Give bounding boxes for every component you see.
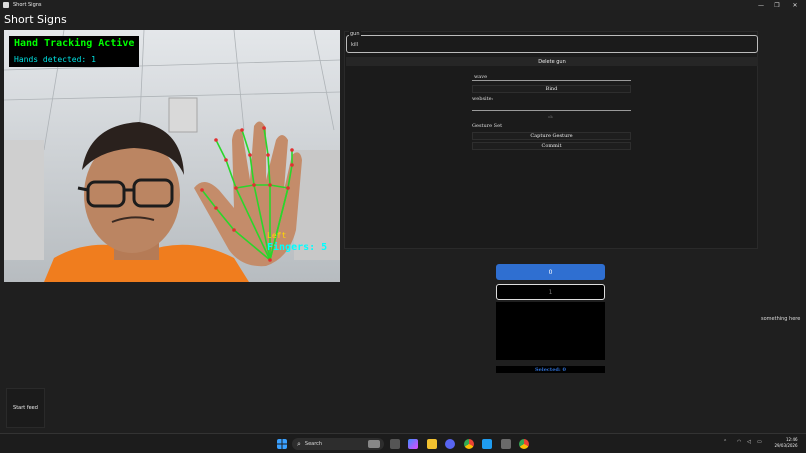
gesture-mapping-legend: gun xyxy=(349,31,361,37)
handedness-label: Left xyxy=(267,231,287,240)
tracking-status-text: Hand Tracking Active xyxy=(14,38,135,49)
option-0-button[interactable]: 0 xyxy=(496,264,605,280)
gesture-set-label: Gesture Set xyxy=(472,123,503,129)
gesture-mapping-value: kill xyxy=(351,42,359,48)
file-explorer-icon[interactable] xyxy=(427,439,437,449)
python-app-icon[interactable] xyxy=(501,439,511,449)
copilot-icon[interactable] xyxy=(408,439,418,449)
chrome-icon[interactable] xyxy=(464,439,474,449)
title-bar: Short Signs xyxy=(0,0,806,10)
chrome-profile-icon[interactable] xyxy=(519,439,529,449)
page-title: Short Signs xyxy=(4,13,67,26)
status-text: ok xyxy=(548,114,553,119)
system-clock[interactable]: 12:46 29/03/2026 xyxy=(774,437,797,449)
app-icon xyxy=(3,2,9,8)
maximize-button[interactable]: ❐ xyxy=(768,0,786,10)
windows-start-icon[interactable] xyxy=(277,439,287,449)
delete-gesture-button[interactable]: Delete gun xyxy=(346,57,758,66)
website-label: website: xyxy=(472,96,494,102)
side-note-text: something here xyxy=(761,316,801,322)
finger-count-label: Fingers: 5 xyxy=(267,242,328,253)
discord-icon[interactable] xyxy=(445,439,455,449)
taskbar-search[interactable]: ⌕ Search xyxy=(292,438,384,450)
camera-feed: Hand Tracking Active Hands detected: 1 L… xyxy=(4,30,340,282)
chevron-up-icon[interactable]: ⌃ xyxy=(723,439,727,445)
selected-indicator: Selected: 0 xyxy=(496,366,605,373)
close-button[interactable]: ✕ xyxy=(786,0,804,10)
preview-area xyxy=(496,302,605,360)
vscode-icon[interactable] xyxy=(482,439,492,449)
website-input[interactable] xyxy=(472,103,631,111)
volume-icon[interactable]: ◁ xyxy=(747,439,751,445)
start-feed-button[interactable]: Start feed xyxy=(6,388,45,428)
capture-gesture-button[interactable]: Capture Gesture xyxy=(472,132,631,140)
search-highlight-icon xyxy=(368,440,380,448)
taskbar: ⌕ Search ⌃ ◠ ◁ ▭ 12:46 29/03/2026 xyxy=(0,433,806,453)
battery-icon[interactable]: ▭ xyxy=(757,439,762,445)
gesture-mapping-field[interactable] xyxy=(346,35,758,53)
window-title: Short Signs xyxy=(13,2,42,8)
option-1-button[interactable]: 1 xyxy=(496,284,605,300)
commit-button[interactable]: Commit xyxy=(472,142,631,150)
gesture-name-input[interactable] xyxy=(472,73,631,81)
wifi-icon[interactable]: ◠ xyxy=(737,439,741,445)
bind-button[interactable]: Bind xyxy=(472,85,631,93)
clock-date: 29/03/2026 xyxy=(774,443,798,448)
taskbar-search-label: Search xyxy=(304,441,323,447)
search-icon: ⌕ xyxy=(297,439,301,448)
task-view-icon[interactable] xyxy=(390,439,400,449)
hands-detected-text: Hands detected: 1 xyxy=(14,55,96,64)
